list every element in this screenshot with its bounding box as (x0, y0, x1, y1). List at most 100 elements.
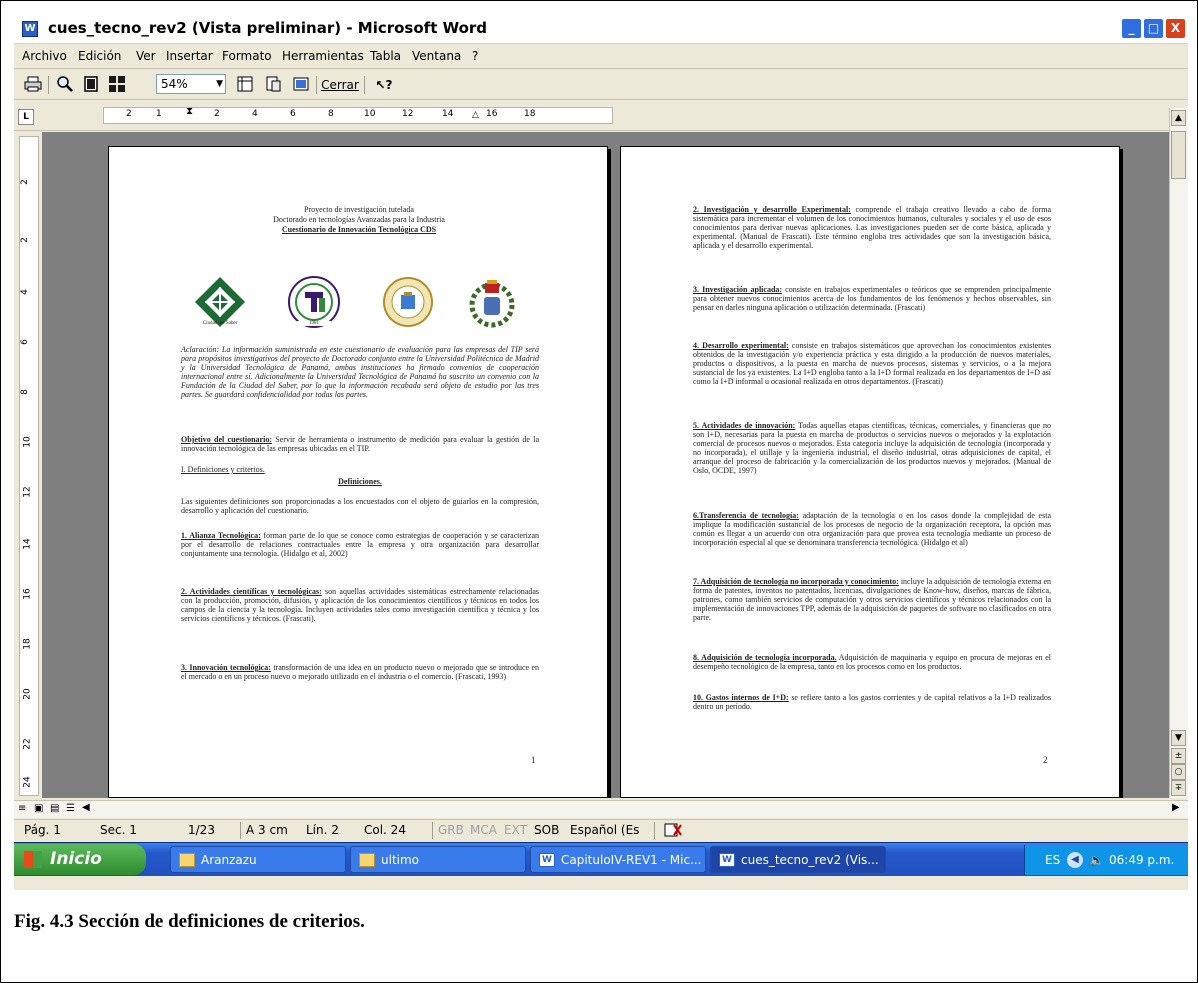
definition-label: 3. Investigación aplicada: (693, 285, 783, 294)
shrink-to-fit-icon[interactable] (262, 75, 284, 95)
menu-formato[interactable]: Formato (222, 49, 272, 63)
scroll-left-icon[interactable]: ◀ (82, 802, 90, 813)
definition-label: 6.Transferencia de tecnología: (693, 511, 799, 520)
taskbar: Inicio Aranzazu ultimo W CapituloIV-REV1… (14, 842, 1188, 876)
tab-stop-selector[interactable]: L (18, 109, 34, 125)
one-page-icon[interactable] (80, 75, 102, 95)
menu-edicion[interactable]: Edición (78, 49, 121, 63)
menu-insertar[interactable]: Insertar (166, 49, 213, 63)
full-screen-icon[interactable] (290, 75, 312, 95)
print-icon[interactable] (22, 75, 44, 95)
menu-archivo[interactable]: Archivo (22, 49, 67, 63)
ruler-label: 2 (214, 109, 220, 119)
magnifier-icon[interactable] (54, 75, 76, 95)
ruler-label: 12 (22, 486, 33, 498)
print-view-icon[interactable]: ▤ (50, 803, 59, 814)
menu-herramientas[interactable]: Herramientas (282, 49, 364, 63)
previous-page-icon[interactable]: ± (1171, 748, 1186, 764)
definition-6: 6.Transferencia de tecnología: adaptació… (693, 511, 1051, 547)
scroll-down-icon[interactable]: ▼ (1171, 730, 1186, 746)
horizontal-ruler[interactable]: 2 1 2 4 6 8 10 12 14 16 18 ⧗ △ (103, 106, 613, 124)
definition-7: 7. Adquisición de tecnología no incorpor… (693, 577, 1051, 622)
close-preview-button[interactable]: Cerrar (320, 75, 360, 95)
view-ruler-icon[interactable] (234, 75, 256, 95)
status-line: Lín. 2 (306, 823, 339, 837)
definition-4: 4. Desarrollo experimental: consiste en … (693, 341, 1051, 386)
aclaracion-paragraph: Aclaración: La información suministrada … (181, 345, 539, 399)
menu-tabla[interactable]: Tabla (370, 49, 401, 63)
task-label: cues_tecno_rev2 (Vis... (741, 853, 879, 867)
next-page-icon[interactable]: ∓ (1171, 780, 1186, 796)
help-icon[interactable]: ↖? (370, 75, 398, 95)
maximize-button[interactable]: □ (1143, 18, 1164, 39)
status-page: Pág. 1 (24, 823, 61, 837)
definition-label: 5. Actividades de innovación: (693, 421, 796, 430)
word-app-icon[interactable]: W (22, 21, 38, 37)
close-button[interactable]: X (1165, 18, 1186, 39)
taskbar-item-ultimo[interactable]: ultimo (350, 846, 526, 873)
spelling-status-icon[interactable] (664, 823, 682, 840)
taskbar-item-capitulo[interactable]: W CapituloIV-REV1 - Mic... (530, 846, 706, 873)
normal-view-icon[interactable]: ≡ (18, 803, 26, 814)
tray-expand-icon[interactable]: ◀ (1067, 852, 1083, 868)
definition-label: 10. Gastos internos de I+D: (693, 693, 789, 702)
figure-caption: Fig. 4.3 Sección de definiciones de crit… (14, 911, 365, 932)
menu-bar: Archivo Edición Ver Insertar Formato Her… (14, 45, 1188, 69)
definition-5: 5. Actividades de innovación: Todas aque… (693, 421, 1051, 475)
tray-language[interactable]: ES (1045, 845, 1060, 875)
zoom-select[interactable]: 54% ▼ (156, 74, 226, 94)
intro-paragraph: Las siguientes definiciones son proporci… (181, 497, 539, 515)
status-grb[interactable]: GRB (438, 823, 464, 837)
windows-logo-icon (24, 851, 42, 868)
university-seal-logo (381, 275, 435, 329)
right-indent-marker[interactable]: △ (472, 110, 479, 120)
definition-label: 1. Alianza Tecnológica: (181, 531, 261, 540)
figure-frame: W cues_tecno_rev2 (Vista preliminar) - M… (0, 0, 1198, 983)
page-1[interactable]: Proyecto de investigación tutelada Docto… (108, 146, 608, 798)
scrollbar-thumb[interactable] (1171, 131, 1186, 179)
status-mca[interactable]: MCA (470, 823, 497, 837)
speaker-icon[interactable]: 🔈 (1089, 845, 1104, 875)
menu-ventana[interactable]: Ventana (412, 49, 461, 63)
status-bar: Pág. 1 Sec. 1 1/23 A 3 cm Lín. 2 Col. 24… (14, 819, 1188, 840)
status-ext[interactable]: EXT (504, 823, 527, 837)
taskbar-item-cues-tecno[interactable]: W cues_tecno_rev2 (Vis... (710, 846, 886, 873)
objetivo-label: Objetivo del cuestionario: (181, 435, 272, 444)
taskbar-item-aranzazu[interactable]: Aranzazu (170, 846, 346, 873)
definition-3: 3. Investigación aplicada: consiste en t… (693, 285, 1051, 312)
ruler-label: 1 (156, 109, 162, 119)
status-language[interactable]: Español (Es (570, 823, 639, 837)
menu-help[interactable]: ? (472, 49, 478, 63)
header-line: Proyecto de investigación tutelada (304, 205, 414, 214)
word-doc-icon: W (719, 853, 735, 867)
horizontal-scrollbar[interactable]: ≡ ▣ ▤ ☰ ◀ ▶ (14, 800, 1188, 818)
minimize-button[interactable]: _ (1121, 18, 1142, 39)
preview-viewport: Proyecto de investigación tutelada Docto… (42, 132, 1169, 798)
zoom-value: 54% (161, 77, 188, 91)
left-indent-marker[interactable]: ⧗ (186, 106, 193, 117)
title-bar: W cues_tecno_rev2 (Vista preliminar) - M… (14, 14, 1188, 44)
web-view-icon[interactable]: ▣ (34, 803, 43, 814)
menu-ver[interactable]: Ver (136, 49, 156, 63)
scroll-up-icon[interactable]: ▲ (1171, 110, 1186, 126)
status-sob[interactable]: SOB (534, 823, 559, 837)
task-label: ultimo (381, 853, 420, 867)
objetivo-paragraph: Objetivo del cuestionario: Servir de her… (181, 435, 539, 453)
outline-view-icon[interactable]: ☰ (66, 803, 75, 814)
start-button[interactable]: Inicio (14, 844, 146, 875)
ruler-label: 8 (19, 389, 30, 395)
task-label: CapituloIV-REV1 - Mic... (561, 853, 702, 867)
clock[interactable]: 06:49 p.m. (1109, 845, 1174, 875)
multiple-pages-icon[interactable] (106, 75, 128, 95)
ruler-label: 12 (402, 109, 414, 119)
ruler-label: 4 (19, 289, 30, 295)
definition-text: Todas aquellas etapas científicas, técni… (693, 421, 1051, 475)
browse-object-icon[interactable]: ○ (1171, 764, 1186, 780)
scroll-right-icon[interactable]: ▶ (1172, 802, 1180, 813)
definition-8: 8. Adquisición de tecnología incorporada… (693, 653, 1051, 671)
page-2[interactable]: 2. Investigación y desarrollo Experiment… (620, 146, 1120, 798)
vertical-scrollbar[interactable]: ▲ ▼ ± ○ ∓ (1169, 108, 1188, 798)
ruler-label: 20 (22, 688, 33, 700)
upm-crest-logo (465, 275, 519, 329)
status-column: Col. 24 (364, 823, 406, 837)
